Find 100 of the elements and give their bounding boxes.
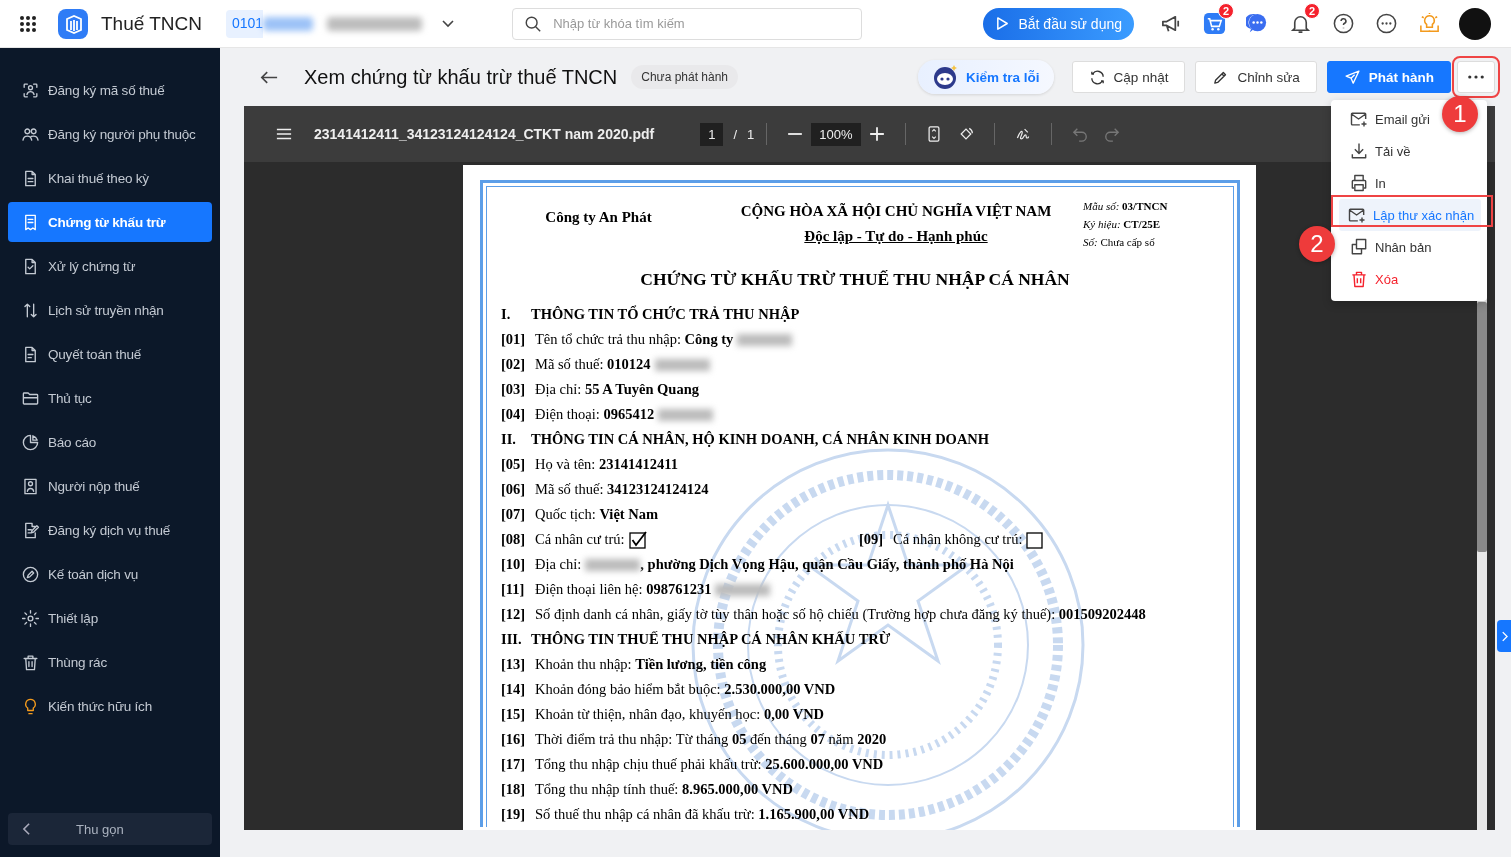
form-info-text: Ký hiệu: CT/25E: [1083, 217, 1161, 232]
app-grid-icon[interactable]: [19, 14, 37, 33]
sidebar-item[interactable]: Kế toán dịch vụ: [8, 554, 212, 594]
mail-plus-icon: [1349, 109, 1369, 129]
page-number-field[interactable]: 1: [700, 122, 724, 146]
menu-item[interactable]: In: [1339, 167, 1386, 199]
search-icon: [524, 14, 543, 33]
redo-icon[interactable]: [1103, 126, 1120, 142]
menu-icon[interactable]: [276, 126, 292, 142]
menu-item[interactable]: Lập thư xác nhận: [1339, 199, 1481, 231]
undo-icon[interactable]: [1071, 126, 1088, 142]
field-text: , phường Dịch Vọng Hậu, quận Cầu Giấy, thành phố Hà Nội: [640, 556, 1014, 573]
back-arrow-icon[interactable]: [260, 69, 278, 85]
expand-tab[interactable]: [1497, 620, 1511, 652]
file-name: 23141412411_34123124124124_CTKT nam 2020.pdf: [314, 126, 655, 142]
help-icon[interactable]: [1332, 12, 1355, 35]
search-field[interactable]: Nhập từ khóa tìm kiếm: [512, 7, 863, 40]
field-code: [06]: [501, 481, 527, 498]
sidebar-item[interactable]: Xử lý chứng từ: [8, 246, 212, 286]
sidebar-item[interactable]: Chứng từ khấu trừ: [8, 202, 212, 242]
pie-chart-icon: [21, 432, 40, 452]
toolbar-button[interactable]: Chỉnh sửa: [1195, 61, 1317, 93]
section-number: I.: [501, 306, 512, 323]
document-title: CHỨNG TỪ KHẤU TRỪ THUẾ THU NHẬP CÁ NHÂN: [639, 269, 1071, 290]
field-code: [12]: [501, 606, 527, 623]
sidebar-item[interactable]: Thủ tục: [8, 378, 212, 418]
menu-item[interactable]: Tải về: [1339, 135, 1411, 167]
company-selector[interactable]: 0101: [226, 9, 423, 38]
field-code: [10]: [501, 556, 527, 573]
field-text: Khoản từ thiện, nhân đạo, khuyến học: 0,00 VND: [535, 706, 825, 723]
check-errors-button[interactable]: Kiểm tra lỗi: [918, 60, 1054, 94]
sidebar-item[interactable]: Thùng rác: [8, 642, 212, 682]
field-text: Tên tổ chức trả thu nhập: Công ty: [535, 331, 734, 348]
field-text: Cá nhân không cư trú:: [893, 531, 1023, 548]
field-text: Cá nhân cư trú:: [535, 531, 625, 548]
field-code: [18]: [501, 781, 527, 798]
national-motto: Độc lập - Tự do - Hạnh phúc: [803, 227, 989, 246]
sidebar-item[interactable]: Lịch sử truyền nhận: [8, 290, 212, 330]
field-code: [15]: [501, 706, 527, 723]
field-code: [13]: [501, 656, 527, 673]
avatar[interactable]: [1459, 7, 1491, 40]
field-text: Mã số thuế: 34123124124124: [535, 481, 709, 498]
chevron-down-icon[interactable]: [442, 19, 455, 28]
field-text: Điện thoại liên hệ: 098761231: [535, 581, 712, 598]
field-text: Khoản đóng bảo hiểm bắt buộc: 2.530.000,00 VND: [535, 681, 836, 698]
menu-item[interactable]: Nhân bản: [1339, 231, 1432, 263]
sidebar-item[interactable]: Thiết lập: [8, 598, 212, 638]
form-info-text: Mẫu số: 03/TNCN: [1083, 199, 1169, 214]
field-code: [19]: [501, 806, 527, 823]
blurred-text: [715, 583, 771, 596]
menu-item[interactable]: Xóa: [1339, 263, 1399, 295]
app-title: Thuế TNCN: [101, 12, 202, 35]
publish-button[interactable]: Phát hành: [1326, 61, 1451, 93]
page-title: Xem chứng từ khấu trừ thuế TNCN: [304, 65, 618, 89]
person-icon: [21, 476, 40, 496]
trash-icon: [21, 652, 40, 672]
field-text: Khoản thu nhập: Tiền lương, tiền công: [535, 656, 767, 673]
zoom-in-icon[interactable]: [868, 126, 885, 142]
blurred-text: [737, 333, 793, 346]
company-name: Công ty An Phát: [544, 208, 653, 226]
blurred-text: [654, 358, 710, 371]
national-title: CỘNG HÒA XÃ HỘI CHỦ NGHĨA VIỆT NAM: [739, 202, 1053, 221]
sidebar-item[interactable]: Quyết toán thuế: [8, 334, 212, 374]
field-text: Địa chỉ: 55 A Tuyên Quang: [535, 381, 699, 398]
start-button[interactable]: Bắt đầu sử dụng: [983, 7, 1134, 40]
up-down-arrows-icon: [21, 300, 40, 320]
person-scan-icon: [21, 80, 40, 100]
field-text: Số thuế thu nhập cá nhân đã khấu trừ: 1.165.900,00 VND: [535, 806, 870, 823]
blurred-text: [263, 16, 314, 31]
draw-icon[interactable]: [1014, 126, 1031, 142]
play-icon: [995, 16, 1011, 31]
copy-icon: [1349, 237, 1369, 257]
field-code: [04]: [501, 406, 527, 423]
send-icon: [1343, 68, 1361, 86]
notification-count-badge: 2: [1303, 3, 1320, 19]
chevron-right-icon: [1500, 630, 1508, 642]
zoom-level-field[interactable]: 100%: [811, 122, 861, 146]
sidebar-item[interactable]: Đăng ký người phụ thuộc: [8, 114, 212, 154]
collapse-button[interactable]: Thu gọn: [8, 813, 212, 845]
blurred-text: [585, 558, 641, 571]
menu-item[interactable]: Email gửi: [1339, 103, 1430, 135]
sidebar-item[interactable]: Kiến thức hữu ích: [8, 686, 212, 726]
section-number: II.: [501, 431, 517, 448]
section-heading: THÔNG TIN TỔ CHỨC TRẢ THU NHẬP: [531, 306, 800, 323]
sidebar-item[interactable]: Người nộp thuế: [8, 466, 212, 506]
field-text: Thời điểm trả thu nhập: Từ tháng 05 đến tháng 07 năm 2020: [535, 731, 887, 748]
field-text: Điện thoại: 0965412: [535, 406, 655, 423]
sidebar-item[interactable]: Khai thuế theo kỳ: [8, 158, 212, 198]
field-code: [16]: [501, 731, 527, 748]
sidebar-item[interactable]: Báo cáo: [8, 422, 212, 462]
chat-icon[interactable]: [1246, 12, 1269, 35]
app-logo-icon: [58, 8, 88, 39]
sidebar-item[interactable]: Đăng ký mã số thuế: [8, 70, 212, 110]
fit-page-icon[interactable]: [925, 126, 942, 142]
section-number: III.: [501, 631, 523, 648]
field-code: [14]: [501, 681, 527, 698]
more-circle-icon[interactable]: [1375, 12, 1398, 35]
toolbar-button[interactable]: Cập nhật: [1071, 61, 1186, 93]
sidebar-item[interactable]: Đăng ký dịch vụ thuế: [8, 510, 212, 550]
more-icon: [1468, 75, 1484, 79]
